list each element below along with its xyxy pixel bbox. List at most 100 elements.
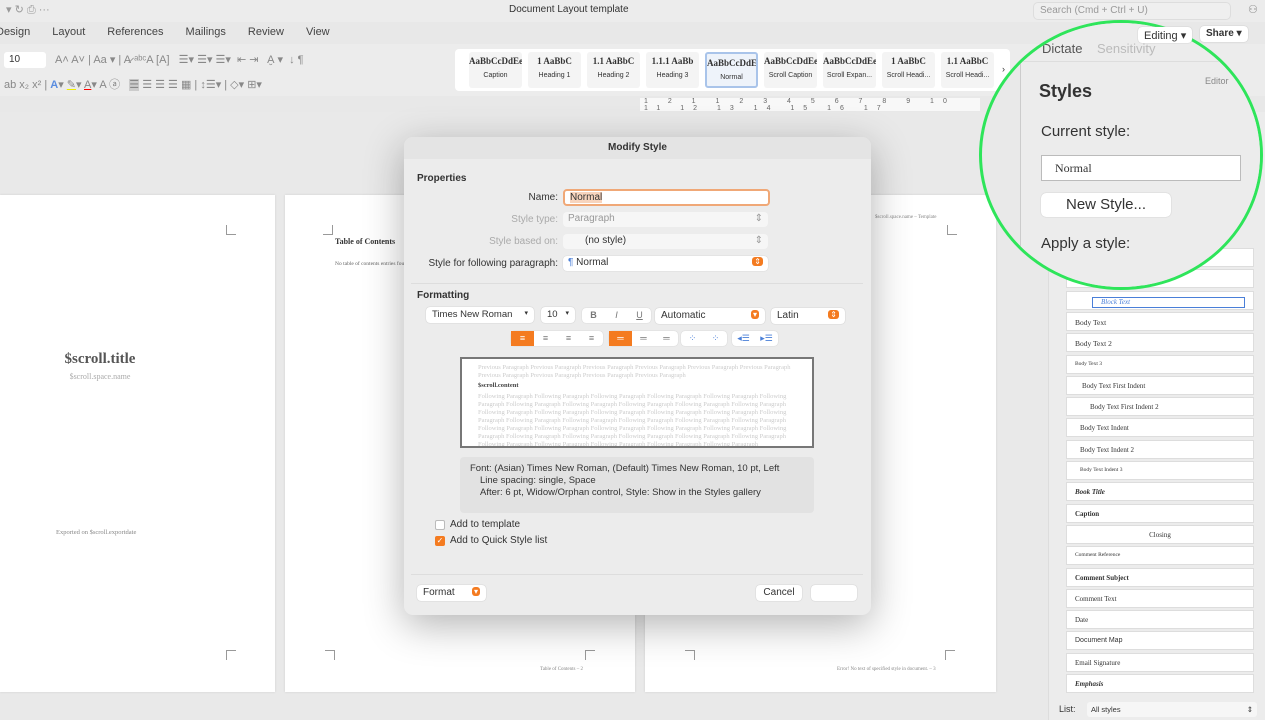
preview-previous-paragraph: Previous Paragraph Previous Paragraph Pr… (478, 364, 791, 379)
tab-references[interactable]: References (107, 26, 163, 42)
list-select[interactable]: All styles ⇕ (1087, 702, 1257, 717)
ruler[interactable]: 1 2 1 1 2 3 4 5 6 7 8 9 10 11 12 13 14 1… (640, 98, 980, 112)
current-style-field[interactable]: Normal (1041, 155, 1241, 181)
based-on-select[interactable]: (no style) ⇕ (563, 234, 768, 249)
style-list-item[interactable]: Body Text Indent (1066, 418, 1254, 438)
style-list-item[interactable]: Comment Reference (1066, 546, 1254, 566)
justify-icon[interactable]: ≡ (580, 331, 603, 346)
style-preview-text: AaBbCcDdEe (764, 56, 817, 66)
current-style-label: Current style: (1041, 123, 1131, 140)
tab-mailings[interactable]: Mailings (186, 26, 226, 42)
gallery-style-7[interactable]: 1 AaBbC Scroll Headi... (882, 52, 935, 88)
tab-view[interactable]: View (306, 26, 330, 42)
checkbox-box[interactable] (435, 519, 445, 530)
margin-mark (685, 650, 695, 660)
style-list-item[interactable]: Block Text (1066, 290, 1254, 310)
style-list-item[interactable]: Body Text First Indent (1066, 375, 1254, 395)
one-half-spacing-icon[interactable]: ═ (632, 331, 655, 346)
gallery-style-2[interactable]: 1.1 AaBbC Heading 2 (587, 52, 640, 88)
add-to-quick-style-checkbox[interactable]: ✓ Add to Quick Style list (435, 535, 547, 546)
checkbox-label: Add to template (450, 519, 521, 530)
editor-button[interactable]: Editor (1205, 76, 1229, 86)
cancel-button[interactable]: Cancel (756, 585, 802, 601)
size-select[interactable]: 10 ▾ (541, 307, 575, 323)
tab-design[interactable]: Design (0, 26, 30, 42)
description-line: Font: (Asian) Times New Roman, (Default)… (470, 463, 780, 474)
style-preview-text: AaBbCcDdEe (469, 56, 522, 66)
collab-icon[interactable]: ⚇ (1248, 3, 1258, 16)
bold-button[interactable]: B (582, 308, 605, 323)
styles-pane-title: Styles (1039, 81, 1093, 101)
ok-button[interactable]: OK (811, 585, 857, 601)
style-preview-text: 1.1.1 AaBb (651, 56, 694, 66)
style-list-item[interactable]: Body Text 2 (1066, 333, 1254, 353)
format-menu-button[interactable]: Format ▾ (417, 585, 486, 601)
script-select[interactable]: Latin ⇕ (771, 308, 845, 324)
preview-sample: $scroll.content (478, 382, 519, 389)
double-spacing-icon[interactable]: ═ (655, 331, 678, 346)
underline-button[interactable]: U (628, 308, 651, 323)
undo-redo-print-icons[interactable]: ▾ ↻ ⎙ ··· (6, 3, 50, 17)
new-style-button[interactable]: New Style... (1041, 193, 1171, 217)
align-right-icon[interactable]: ≡ (557, 331, 580, 346)
font-style-icons[interactable]: ab x₂ x² | A▾ ✎▾ A▾ A ⓐ ☰ ☰ ☰ ☰ ▦ | ↕☰▾ … (4, 76, 262, 92)
style-preview-text: AaBbCcDdEe (707, 58, 758, 68)
share-button[interactable]: Share ▾ (1200, 26, 1248, 42)
style-list-item[interactable]: Date (1066, 610, 1254, 630)
tab-layout[interactable]: Layout (52, 26, 85, 42)
space-before-icon[interactable]: ⁘ (681, 331, 704, 346)
gallery-style-6[interactable]: AaBbCcDdEe Scroll Expan... (823, 52, 876, 88)
decrease-indent-icon[interactable]: ◂☰ (732, 331, 755, 346)
style-list-item[interactable]: Book Title (1066, 482, 1254, 502)
following-select[interactable]: ¶ Normal ⇕ (563, 256, 768, 271)
style-preview-text: 1 AaBbC (891, 56, 926, 66)
search-input[interactable]: Search (Cmd + Ctrl + U) (1033, 2, 1231, 20)
style-list-item[interactable]: Closing (1066, 524, 1254, 544)
margin-mark (226, 650, 236, 660)
gallery-next-icon[interactable]: › (1002, 64, 1005, 74)
space-after-icon[interactable]: ⁘ (704, 331, 727, 346)
italic-button[interactable]: I (605, 308, 628, 323)
style-list-item[interactable]: Comment Text (1066, 588, 1254, 608)
dictate-button[interactable]: Dictate (1042, 41, 1082, 56)
style-list-item[interactable]: Body Text First Indent 2 (1066, 397, 1254, 417)
style-type-label: Style type: (511, 214, 558, 225)
style-list-item[interactable]: Document Map (1066, 631, 1254, 651)
gallery-style-4[interactable]: AaBbCcDdEe Normal (705, 52, 758, 88)
font-format-icons[interactable]: A˄ A˅ | Aa ▾ | A̷ ᵃᵇᶜA [A] ☰▾ ☰▾ ☰▾ ⇤ ⇥ … (55, 53, 304, 66)
style-list-item[interactable]: Body Text Indent 2 (1066, 439, 1254, 459)
modify-style-dialog: Modify Style Properties Name: Normal Sty… (404, 137, 871, 615)
align-center-icon[interactable]: ≡ (534, 331, 557, 346)
style-list-item[interactable]: Emphasis (1066, 674, 1254, 693)
font-select[interactable]: Times New Roman ▾ (426, 307, 534, 323)
spacing-group: ═ ═ ═ (609, 331, 678, 346)
gallery-style-1[interactable]: 1 AaBbC Heading 1 (528, 52, 581, 88)
gallery-style-0[interactable]: AaBbCcDdEe Caption (469, 52, 522, 88)
style-label: Heading 3 (656, 72, 689, 79)
block-text-label: Block Text (1092, 296, 1245, 308)
style-list-item[interactable]: Body Text (1066, 311, 1254, 331)
description-line: After: 6 pt, Widow/Orphan control, Style… (480, 487, 761, 498)
checkmark-icon[interactable]: ✓ (435, 535, 445, 546)
toc-heading: Table of Contents (335, 237, 396, 246)
increase-indent-icon[interactable]: ▸☰ (755, 331, 778, 346)
style-list-item[interactable]: Comment Subject (1066, 567, 1254, 587)
style-list-item[interactable]: Body Text Indent 3 (1066, 461, 1254, 480)
add-to-template-checkbox[interactable]: Add to template (435, 519, 520, 530)
style-list-item[interactable]: Email Signature (1066, 652, 1254, 672)
style-list-item[interactable]: Body Text 3 (1066, 354, 1254, 374)
sensitivity-button[interactable]: Sensitivity (1097, 41, 1156, 56)
single-spacing-icon[interactable]: ═ (609, 331, 632, 346)
align-left-icon[interactable]: ≡ (511, 331, 534, 346)
color-select[interactable]: Automatic ▾ (655, 308, 765, 324)
scroll-title[interactable]: $scroll.title (0, 351, 200, 368)
gallery-style-5[interactable]: AaBbCcDdEe Scroll Caption (764, 52, 817, 88)
gallery-style-3[interactable]: 1.1.1 AaBb Heading 3 (646, 52, 699, 88)
document-title: Document Layout template (509, 4, 629, 15)
tab-review[interactable]: Review (248, 26, 284, 42)
style-list-item[interactable]: Caption (1066, 503, 1254, 523)
font-size-input[interactable]: 10 (4, 52, 46, 68)
editing-button[interactable]: Editing ▾ (1138, 27, 1193, 43)
style-type-select[interactable]: Paragraph ⇕ (563, 212, 768, 227)
name-input[interactable]: Normal (563, 189, 770, 206)
